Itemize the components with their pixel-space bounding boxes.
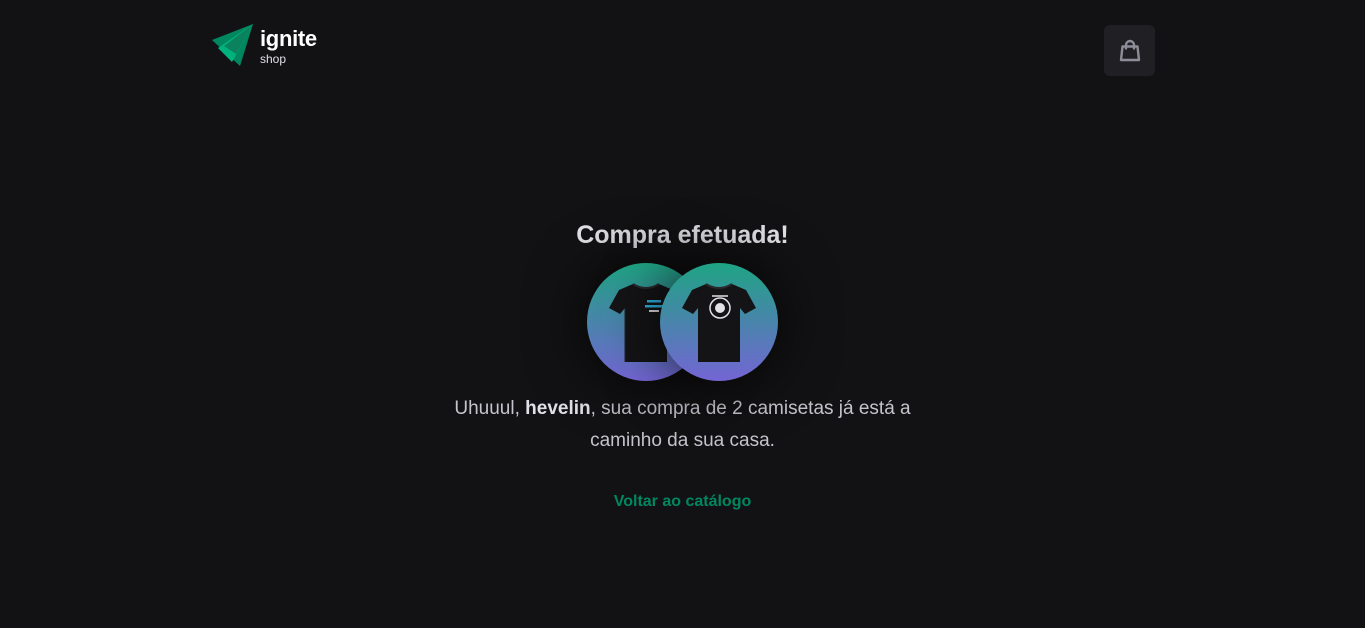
tshirt-icon [682, 283, 756, 362]
header: ignite shop [210, 24, 1155, 76]
message-prefix: Uhuuul, [454, 398, 526, 419]
logo-text: ignite shop [260, 25, 317, 66]
shopping-bag-icon [1119, 39, 1140, 61]
logo-icon [212, 24, 253, 66]
logo-title: ignite [260, 25, 317, 51]
message-suffix: , sua compra de 2 camisetas já está a ca… [590, 398, 911, 451]
product-image [660, 263, 778, 381]
logo[interactable]: ignite shop [210, 24, 317, 68]
logo-subtitle: shop [260, 51, 287, 66]
back-to-catalog-link[interactable]: Voltar ao catálogo [614, 493, 752, 511]
success-message: Uhuuul, hevelin, sua compra de 2 camiset… [453, 393, 913, 457]
success-container: Compra efetuada! Uhuuul, hevelin, sua co… [0, 216, 1365, 511]
product-images [587, 263, 778, 383]
cart-button[interactable] [1104, 25, 1155, 76]
page-title: Compra efetuada! [576, 221, 789, 249]
customer-name: hevelin [525, 398, 591, 419]
